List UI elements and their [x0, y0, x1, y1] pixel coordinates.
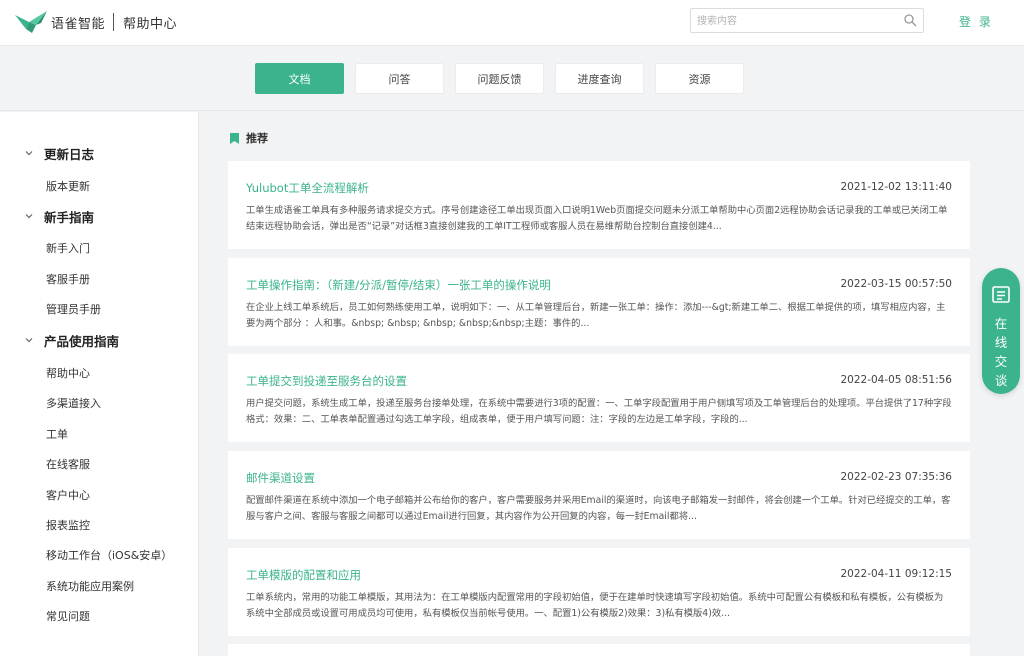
article-date: 2022-04-11 09:12:15: [840, 568, 952, 580]
article-list: 推荐 Yulubot工单全流程解析 2021-12-02 13:11:40 工单…: [200, 112, 1024, 656]
help-center-title: 帮助中心: [123, 16, 178, 32]
recommended-header: 推荐: [230, 131, 268, 145]
article-card[interactable]: 工单提交到投递至服务台的设置 2022-04-05 08:51:56 用户提交问…: [228, 354, 970, 442]
article-date: 2022-04-05 08:51:56: [840, 374, 952, 386]
crane-logo-icon: [15, 11, 47, 33]
article-title[interactable]: Yulubot工单全流程解析: [246, 180, 369, 196]
chevron-down-icon: [25, 214, 33, 219]
sidebar-item-agent-manual[interactable]: 客服手册: [46, 271, 90, 287]
sidebar-item-getting-started[interactable]: 新手入门: [46, 240, 90, 256]
tab-feedback[interactable]: 问题反馈: [455, 63, 544, 94]
section-title: 推荐: [246, 132, 268, 145]
article-date: 2022-02-23 07:35:36: [840, 471, 952, 483]
search-box: [690, 8, 924, 33]
chat-label-char: 谈: [994, 373, 1008, 388]
sidebar-item-live-chat[interactable]: 在线客服: [46, 456, 90, 472]
chat-label-char: 线: [994, 335, 1008, 350]
chat-label-char: 交: [994, 354, 1008, 369]
bookmark-icon: [230, 132, 239, 144]
category-tab-bar: 文档 问答 问题反馈 进度查询 资源: [0, 47, 1024, 111]
chat-document-icon: [992, 286, 1010, 303]
article-summary: 工单生成语雀工单具有多种服务请求提交方式。序号创建途径工单出现页面入口说明1We…: [246, 205, 948, 232]
sidebar-group-changelog[interactable]: 更新日志: [0, 140, 199, 166]
article-summary: 在企业上线工单系统后，员工如何熟练使用工单，说明如下：一、从工单管理后台，新建一…: [246, 302, 946, 329]
article-card[interactable]: Yulubot工单全流程解析 2021-12-02 13:11:40 工单生成语…: [228, 161, 970, 249]
article-card-partial[interactable]: [228, 644, 970, 656]
brand-name: 语雀智能: [51, 16, 106, 32]
sidebar-item-mobile-workbench[interactable]: 移动工作台（iOS&安卓）: [46, 547, 172, 563]
chat-label-char: 在: [994, 316, 1008, 331]
article-title[interactable]: 工单操作指南：（新建/分派/暂停/结束）一张工单的操作说明: [246, 277, 551, 293]
sidebar-group-label: 更新日志: [44, 146, 95, 162]
article-title[interactable]: 工单提交到投递至服务台的设置: [246, 373, 407, 389]
brand-logo[interactable]: 语雀智能 帮助中心: [14, 9, 177, 35]
sidebar-group-beginner-guide[interactable]: 新手指南: [0, 203, 199, 229]
article-summary: 工单系统内，常用的功能工单模版，其用法为：在工单模版内配置常用的字段初始值，便于…: [246, 592, 944, 619]
sidebar-item-report-monitoring[interactable]: 报表监控: [46, 517, 90, 533]
tab-resources[interactable]: 资源: [655, 63, 744, 94]
brand-divider: [113, 13, 115, 31]
article-card[interactable]: 邮件渠道设置 2022-02-23 07:35:36 配置邮件渠道在系统中添加一…: [228, 451, 970, 539]
sidebar-item-help-center[interactable]: 帮助中心: [46, 365, 90, 381]
login-link[interactable]: 登 录: [959, 13, 993, 30]
tab-progress[interactable]: 进度查询: [555, 63, 644, 94]
article-summary: 用户提交问题，系统生成工单，投递至服务台接单处理，在系统中需要进行3项的配置：一…: [246, 398, 952, 425]
sidebar-group-label: 新手指南: [44, 209, 95, 225]
tab-qa[interactable]: 问答: [355, 63, 444, 94]
article-card[interactable]: 工单操作指南：（新建/分派/暂停/结束）一张工单的操作说明 2022-03-15…: [228, 258, 970, 346]
article-title[interactable]: 工单模版的配置和应用: [246, 567, 361, 583]
sidebar-group-product-guide[interactable]: 产品使用指南: [0, 327, 199, 353]
docs-sidebar: 更新日志 版本更新 新手指南 新手入门 客服手册 管理员手册 产品使用指南 帮助…: [0, 112, 199, 656]
sidebar-item-admin-manual[interactable]: 管理员手册: [46, 301, 101, 317]
chat-label: 在 线 交 谈: [982, 314, 1020, 390]
sidebar-item-faq[interactable]: 常见问题: [46, 608, 90, 624]
search-input[interactable]: [697, 10, 897, 33]
chevron-down-icon: [25, 151, 33, 156]
tab-docs[interactable]: 文档: [255, 63, 344, 94]
sidebar-item-tickets[interactable]: 工单: [46, 426, 68, 442]
sidebar-item-version-updates[interactable]: 版本更新: [46, 178, 90, 194]
sidebar-item-customer-center[interactable]: 客户中心: [46, 487, 90, 503]
sidebar-item-use-cases[interactable]: 系统功能应用案例: [46, 578, 134, 594]
sidebar-group-label: 产品使用指南: [44, 333, 120, 349]
article-date: 2022-03-15 00:57:50: [840, 278, 952, 290]
article-date: 2021-12-02 13:11:40: [840, 181, 952, 193]
article-summary: 配置邮件渠道在系统中添加一个电子邮箱并公布给你的客户，客户需要服务并采用Emai…: [246, 495, 951, 522]
article-card[interactable]: 工单模版的配置和应用 2022-04-11 09:12:15 工单系统内，常用的…: [228, 548, 970, 636]
chevron-down-icon: [25, 338, 33, 343]
top-header: 语雀智能 帮助中心 登 录: [0, 0, 1024, 46]
search-icon[interactable]: [903, 13, 917, 27]
article-title[interactable]: 邮件渠道设置: [246, 470, 315, 486]
online-chat-button[interactable]: 在 线 交 谈: [982, 268, 1020, 394]
sidebar-item-multichannel[interactable]: 多渠道接入: [46, 395, 101, 411]
